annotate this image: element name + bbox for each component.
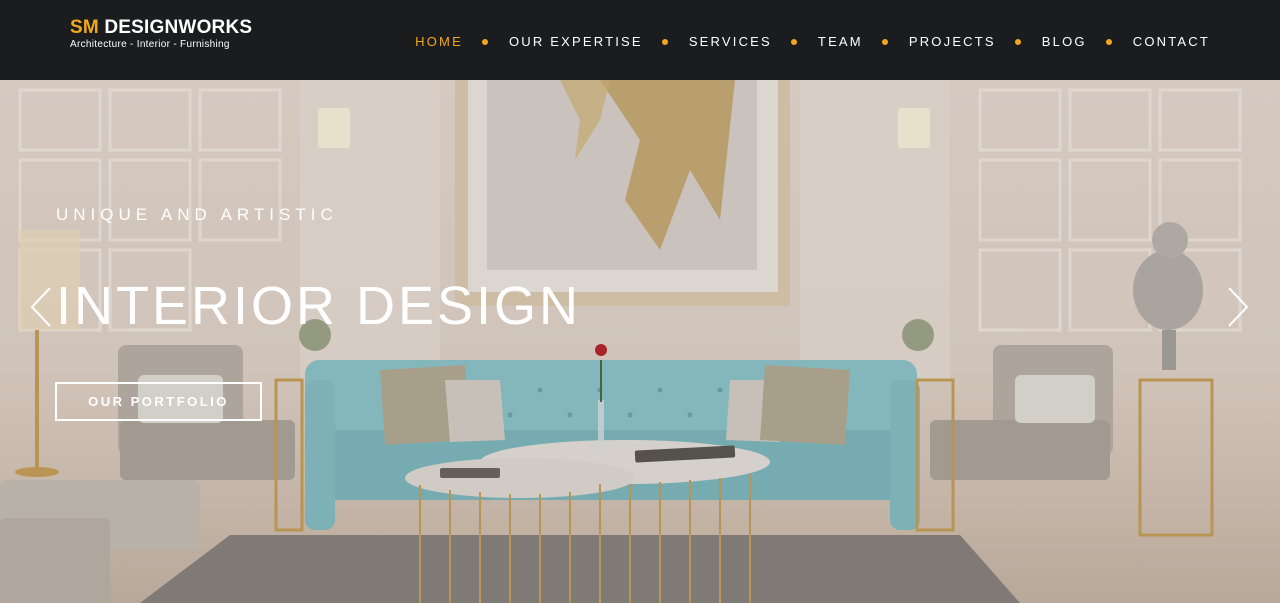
nav-item-our-expertise[interactable]: OUR EXPERTISE xyxy=(509,35,643,49)
brand-name-accent: SM xyxy=(70,17,99,38)
nav-separator-dot xyxy=(790,39,797,45)
nav-separator-dot xyxy=(661,39,668,45)
nav-item-contact[interactable]: CONTACT xyxy=(1133,35,1210,49)
chevron-left-icon xyxy=(30,287,51,327)
chevron-right-icon xyxy=(1228,287,1249,327)
nav-item-blog[interactable]: BLOG xyxy=(1042,35,1087,49)
nav-separator-dot xyxy=(481,39,488,45)
nav-separator-dot xyxy=(881,39,888,45)
hero-slider: UNIQUE AND ARTISTIC INTERIOR DESIGN OUR … xyxy=(0,80,1280,603)
nav-separator-dot xyxy=(1014,39,1021,45)
slider-next-button[interactable] xyxy=(1223,285,1253,329)
hero-title: INTERIOR DESIGN xyxy=(56,276,582,336)
brand-tagline: Architecture - Interior - Furnishing xyxy=(70,39,230,50)
main-nav: HOME OUR EXPERTISE SERVICES TEAM PROJECT… xyxy=(415,35,1210,49)
brand-logo[interactable]: SM DESIGNWORKS Architecture - Interior -… xyxy=(70,17,252,51)
brand-name-rest: DESIGNWORKS xyxy=(104,17,253,38)
nav-separator-dot xyxy=(1105,39,1112,45)
brand-name: SM DESIGNWORKS xyxy=(70,17,252,39)
hero-overlay xyxy=(0,80,1280,603)
nav-item-projects[interactable]: PROJECTS xyxy=(909,35,996,49)
nav-item-home[interactable]: HOME xyxy=(415,35,463,49)
site-header: SM DESIGNWORKS Architecture - Interior -… xyxy=(0,0,1280,80)
hero-eyebrow: UNIQUE AND ARTISTIC xyxy=(56,205,338,224)
our-portfolio-button[interactable]: OUR PORTFOLIO xyxy=(55,382,262,421)
nav-item-team[interactable]: TEAM xyxy=(818,35,863,49)
nav-item-services[interactable]: SERVICES xyxy=(689,35,772,49)
slider-prev-button[interactable] xyxy=(26,285,56,329)
